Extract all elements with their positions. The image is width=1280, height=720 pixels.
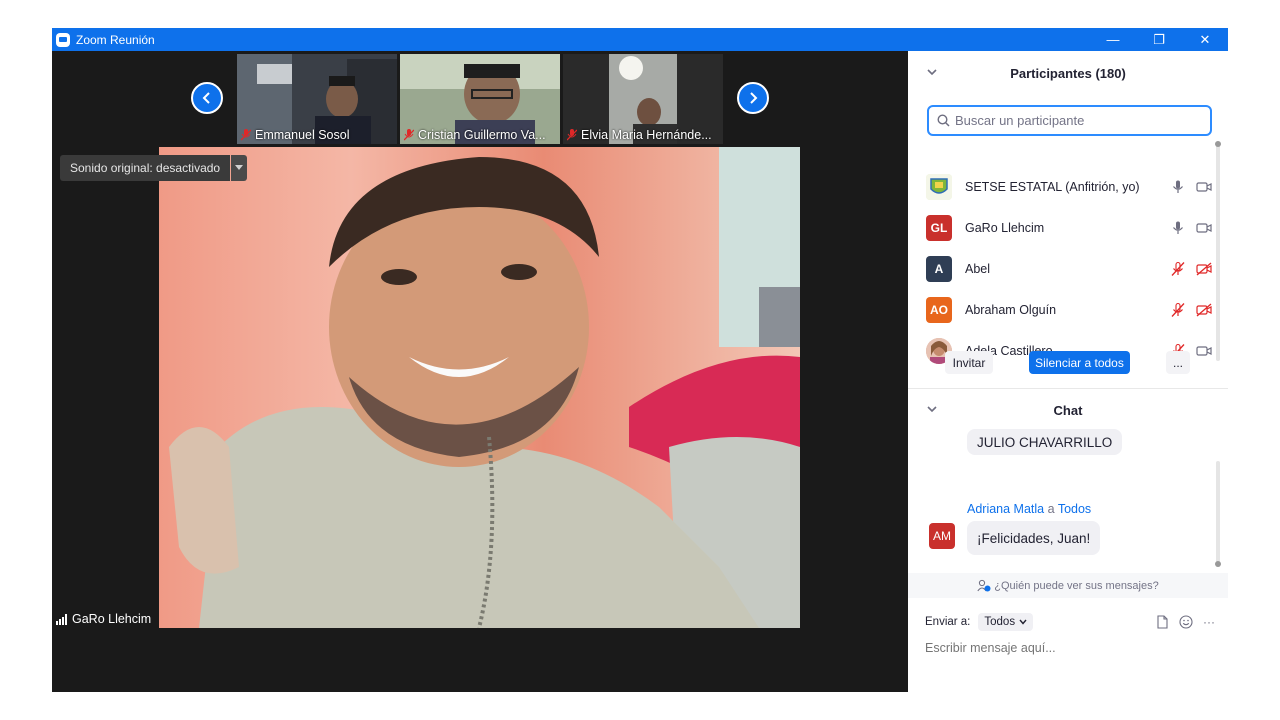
active-speaker-video[interactable] [159,147,800,628]
speaker-video-frame [159,147,800,628]
chat-message: ¡Felicidades, Juan! [967,521,1101,555]
participant-thumbnail[interactable]: Cristian Guillermo Va... [400,54,560,144]
avatar [926,173,952,200]
previous-page-button[interactable] [191,82,223,114]
signal-strength-icon [56,613,67,625]
thumbnail-name: Cristian Guillermo Va... [418,128,546,142]
chat-scrollbar[interactable] [1215,461,1221,567]
invite-button[interactable]: Invitar [945,351,993,374]
restore-button[interactable]: ❐ [1136,28,1182,51]
participant-thumbnail[interactable]: Emmanuel Sosol [237,54,397,144]
emoji-icon[interactable] [1179,615,1193,629]
people-info-icon [977,579,991,592]
send-to-label: Enviar a: [925,616,971,628]
original-sound-tooltip: Sonido original: desactivado [60,155,248,181]
microphone-muted-icon[interactable] [1170,261,1186,277]
message-visibility-text: ¿Quién puede ver sus mensajes? [994,579,1159,592]
participant-name: Abel [965,261,991,276]
participant-row[interactable]: A Abel [926,248,1216,289]
participant-row[interactable]: GL GaRo Llehcim [926,207,1216,248]
chat-title: Chat [1053,402,1083,418]
caret-down-icon [235,165,244,170]
chat-header: Chat [908,388,1228,432]
chat-message-input[interactable] [925,641,1215,655]
send-to-value: Todos [984,616,1016,628]
microphone-muted-icon[interactable] [1170,302,1186,318]
chat-connector: a [1047,502,1055,516]
microphone-icon[interactable] [1170,179,1186,195]
video-area: Emmanuel Sosol Cristian Guillermo Va... [52,51,908,692]
original-sound-label: Sonido original: desactivado [60,155,231,181]
speaker-name: GaRo Llehcim [72,612,152,626]
avatar: GL [926,214,952,241]
zoom-window: Zoom Reunión — ❐ ✕ Emmanuel Sosol Cristi… [52,28,1228,692]
chat-more-button[interactable]: ··· [1203,615,1215,629]
organization-logo-icon [926,173,952,200]
participant-search[interactable] [927,105,1212,136]
participants-title: Participantes (180) [1010,65,1126,81]
mute-all-button[interactable]: Silenciar a todos [1029,351,1130,374]
mic-muted-icon [241,129,251,141]
microphone-icon[interactable] [1170,220,1186,236]
participant-name: GaRo Llehcim [965,220,1045,235]
participant-thumbnail[interactable]: Elvia Maria Hernánde... [563,54,723,144]
participant-row[interactable]: SETSE ESTATAL (Anfitrión, yo) [926,166,1216,207]
minimize-button[interactable]: — [1090,28,1136,51]
video-camera-icon[interactable] [1196,220,1212,236]
send-to-row: Enviar a: Todos ··· [925,611,1215,633]
video-off-icon[interactable] [1196,261,1212,277]
thumbnail-name-label: Elvia Maria Hernánde... [567,128,712,142]
chevron-down-icon[interactable] [926,66,938,78]
thumbnail-name-label: Cristian Guillermo Va... [404,128,546,142]
original-sound-dropdown[interactable] [231,155,248,181]
participant-row[interactable]: AO Abraham Olguín [926,289,1216,330]
avatar: A [926,255,952,282]
file-icon[interactable] [1155,615,1169,629]
chat-sender[interactable]: Adriana Matla [967,502,1044,516]
video-camera-icon[interactable] [1196,343,1212,359]
zoom-logo-icon [56,32,70,47]
chevron-down-icon [1019,619,1027,625]
chevron-down-icon[interactable] [926,403,938,415]
thumbnail-name: Emmanuel Sosol [255,128,350,142]
send-to-select[interactable]: Todos [978,613,1034,631]
chat-message: JULIO CHAVARRILLO [967,429,1123,455]
mic-muted-icon [567,129,577,141]
video-camera-icon[interactable] [1196,179,1212,195]
window-title: Zoom Reunión [76,32,155,47]
chevron-right-icon [750,92,758,104]
participants-scrollbar[interactable] [1215,141,1221,361]
chat-avatar: AM [929,523,955,549]
close-button[interactable]: ✕ [1182,28,1228,51]
video-off-icon[interactable] [1196,302,1212,318]
participant-name: SETSE ESTATAL (Anfitrión, yo) [965,179,1140,194]
chevron-left-icon [202,92,210,104]
avatar: AO [926,296,952,323]
speaker-name-label: GaRo Llehcim [52,607,156,631]
thumbnail-name: Elvia Maria Hernánde... [581,128,712,142]
next-page-button[interactable] [737,82,769,114]
side-panel: Participantes (180) SETSE ESTATAL (Anfit… [908,51,1228,692]
message-visibility-info[interactable]: ¿Quién puede ver sus mensajes? [908,573,1228,598]
more-options-button[interactable]: ... [1166,351,1190,374]
participants-header: Participantes (180) [908,51,1228,95]
participant-search-input[interactable] [955,113,1195,128]
chat-sender-line: Adriana Matla a Todos [967,502,1091,516]
mic-muted-icon [404,129,414,141]
title-bar: Zoom Reunión — ❐ ✕ [52,28,1228,51]
chat-recipient[interactable]: Todos [1058,502,1091,516]
search-icon [937,114,950,127]
thumbnail-name-label: Emmanuel Sosol [241,128,350,142]
participant-name: Abraham Olguín [965,302,1057,317]
